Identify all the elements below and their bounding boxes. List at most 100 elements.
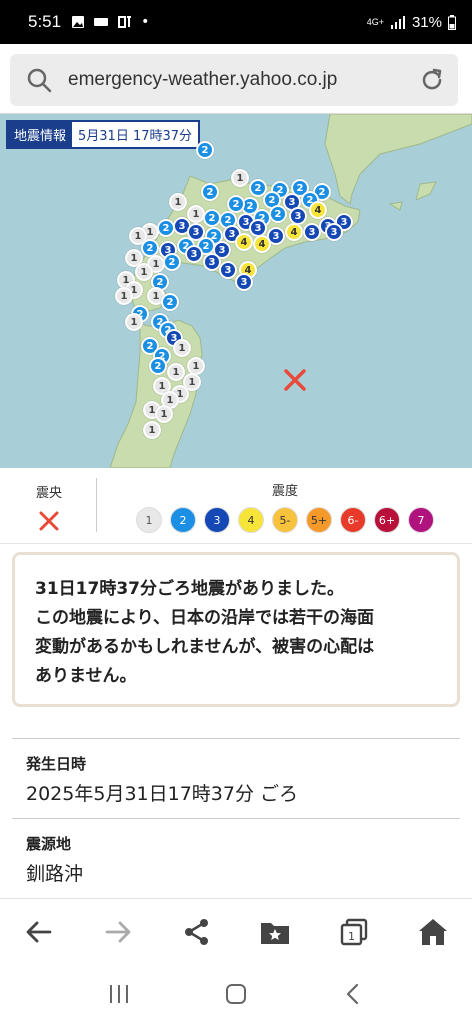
intensity-marker[interactable]: 2 [203,209,221,227]
occurrence-time-value: 2025年5月31日17時37分 ごろ [26,783,299,805]
search-icon[interactable] [10,67,68,93]
intensity-marker[interactable]: 1 [155,405,173,423]
intensity-legend-item: 4 [238,507,264,533]
intensity-legend-item: 7 [408,507,434,533]
bookmark-folder-icon [261,922,290,944]
epicenter-location-label: 震源地 [26,835,72,853]
occurrence-time-row: 発生日時 2025年5月31日17時37分 ごろ [12,738,460,818]
weather-app-icon [118,16,132,28]
recent-apps-icon [109,985,128,1003]
intensity-marker[interactable]: 3 [185,245,203,263]
arrow-left-icon [26,921,52,942]
legend-intensity-items: 1 2 3 4 5- 5+ 6- 6+ 7 [120,507,450,533]
intensity-marker[interactable]: 2 [161,293,179,311]
intensity-marker[interactable]: 1 [169,193,187,211]
status-right: 4G+ 31% [367,14,456,31]
intensity-marker[interactable]: 2 [201,183,219,201]
intensity-marker[interactable]: 3 [325,223,343,241]
battery-icon [448,14,456,30]
intensity-marker[interactable]: 4 [309,201,327,219]
intensity-marker[interactable]: 4 [235,233,253,251]
url-bar[interactable]: emergency-weather.yahoo.co.jp [10,54,458,106]
legend-epicenter: 震央 [22,482,76,537]
intensity-marker[interactable]: 4 [285,223,303,241]
status-time: 5:51 [28,12,62,31]
network-type: 4G+ [366,16,384,27]
back-nav-button[interactable] [333,974,373,1014]
earthquake-details: 発生日時 2025年5月31日17時37分 ごろ 震源地 釧路沖 [12,738,460,898]
browser-toolbar: 1 [0,898,472,964]
intensity-marker[interactable]: 4 [253,235,271,253]
message-line: ありません。 [35,666,137,686]
intensity-legend-item: 2 [170,507,196,533]
message-line: この地震により、日本の沿岸では若干の海面 [35,608,374,628]
intensity-legend-item: 6- [340,507,366,533]
forward-button[interactable] [90,904,146,960]
intensity-marker[interactable]: 2 [157,219,175,237]
signal-icon [390,16,405,29]
browser-bar: emergency-weather.yahoo.co.jp [0,44,472,114]
tabs-icon: 1 [340,918,368,945]
intensity-marker[interactable]: 2 [196,141,214,159]
chevron-left-icon [347,983,359,1005]
back-button[interactable] [11,904,67,960]
epicenter-location-row: 震源地 釧路沖 [12,818,460,898]
occurrence-time-label: 発生日時 [26,755,87,773]
epicenter-legend-icon [39,511,59,531]
earthquake-map[interactable]: 地震情報 5月31日 17時37分 2122222232212432232213… [0,114,472,468]
intensity-legend-item: 5+ [306,507,332,533]
intensity-marker[interactable]: 1 [231,169,249,187]
reload-icon[interactable] [406,67,458,93]
map-date: 5月31日 17時37分 [78,129,193,144]
intensity-marker[interactable]: 2 [149,357,167,375]
intensity-marker[interactable]: 3 [235,273,253,291]
intensity-marker[interactable]: 1 [167,363,185,381]
more-notifications-dot: • [141,14,150,30]
share-button[interactable] [169,904,225,960]
epicenter-marker [284,369,306,391]
recent-apps-button[interactable] [99,974,139,1014]
epicenter-location-value: 釧路沖 [26,863,84,885]
battery-percent: 31% [411,13,442,31]
home-square-icon [225,984,246,1004]
status-bar: 5:51 • 4G+ 31% [0,0,472,44]
tabs-button[interactable]: 1 [326,904,382,960]
intensity-marker[interactable]: 3 [219,261,237,279]
intensity-marker[interactable]: 1 [115,287,133,305]
tabs-count: 1 [348,930,355,943]
legend-epicenter-label: 震央 [35,486,62,501]
intensity-legend-item: 6+ [374,507,400,533]
status-notification-icons: • [71,14,149,30]
earthquake-message-card: 31日17時37分ごろ地震がありました。 この地震により、日本の沿岸では若干の海… [12,552,460,707]
system-navigation [0,964,472,1024]
intensity-legend-item: 1 [136,507,162,533]
map-label: 地震情報 [8,122,73,147]
message-line: 変動があるかもしれませんが、被害の心配は [35,637,375,657]
intensity-marker[interactable]: 1 [143,421,161,439]
gallery-icon [72,16,85,28]
intensity-marker[interactable]: 2 [163,253,181,271]
home-button[interactable] [405,904,461,960]
home-nav-button[interactable] [216,974,256,1014]
intensity-marker[interactable]: 2 [269,205,287,223]
intensity-marker[interactable]: 1 [125,313,143,331]
intensity-legend-item: 3 [204,507,230,533]
bookmarks-button[interactable] [247,904,303,960]
map-header: 地震情報 5月31日 17時37分 [6,120,201,149]
intensity-marker[interactable]: 3 [249,219,267,237]
share-icon [184,918,208,945]
app-notification-icon [94,18,109,26]
intensity-marker[interactable]: 1 [173,339,191,357]
intensity-legend-item: 5- [272,507,298,533]
legend-divider [96,478,97,532]
message-line: 31日17時37分ごろ地震がありました。 [35,579,344,599]
map-land [109,114,472,468]
url-text[interactable]: emergency-weather.yahoo.co.jp [68,69,406,91]
legend-intensity-label: 震度 [271,484,298,499]
intensity-marker[interactable]: 1 [187,205,205,223]
map-legend: 震央 震度 1 2 3 4 5- 5+ 6- 6+ 7 [0,468,472,544]
home-icon [418,918,447,945]
message-text: 31日17時37分ごろ地震がありました。 この地震により、日本の沿岸では若干の海… [35,575,437,691]
arrow-right-icon [105,921,131,942]
intensity-marker[interactable]: 1 [135,263,153,281]
